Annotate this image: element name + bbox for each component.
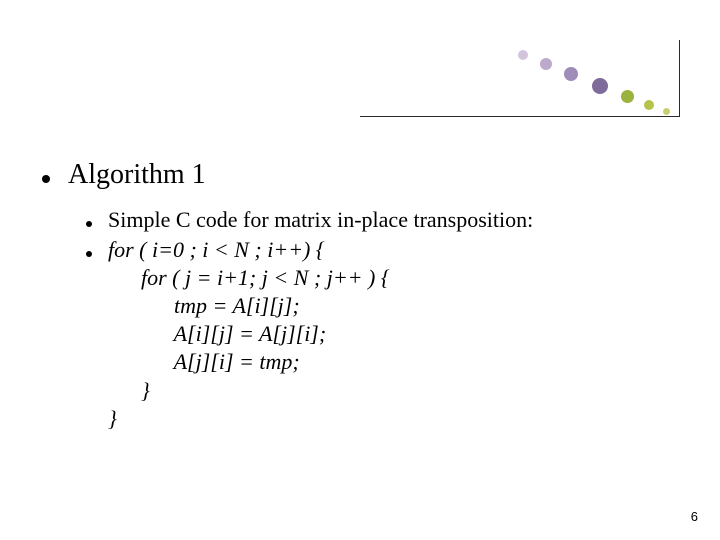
code-line: for ( j = i+1; j < N ; j++ ) { xyxy=(108,264,390,292)
code-line: } xyxy=(108,377,390,405)
decor-dot-icon xyxy=(592,78,608,94)
content-area: Algorithm 1 Simple C code for matrix in-… xyxy=(42,158,660,433)
code-line: for ( i=0 ; i < N ; i++) { xyxy=(108,236,390,264)
slide: Algorithm 1 Simple C code for matrix in-… xyxy=(0,0,720,540)
title-row: Algorithm 1 xyxy=(42,158,660,192)
bullet-icon xyxy=(86,251,92,257)
item-text: Simple C code for matrix in-place transp… xyxy=(108,206,533,234)
code-line: tmp = A[i][j]; xyxy=(108,292,390,320)
code-block: for ( i=0 ; i < N ; i++) { for ( j = i+1… xyxy=(108,236,390,433)
slide-title: Algorithm 1 xyxy=(68,158,206,192)
decor-rule-vertical xyxy=(679,40,680,117)
corner-decoration xyxy=(0,0,720,140)
decor-dot-icon xyxy=(663,108,670,115)
decor-dot-icon xyxy=(564,67,578,81)
decor-dot-icon xyxy=(621,90,634,103)
decor-dot-icon xyxy=(644,100,654,110)
sub-list: Simple C code for matrix in-place transp… xyxy=(86,206,660,433)
decor-rule-horizontal xyxy=(360,116,680,117)
item-row-1: Simple C code for matrix in-place transp… xyxy=(86,206,660,234)
decor-dot-icon xyxy=(540,58,552,70)
bullet-icon xyxy=(86,221,92,227)
code-line: A[i][j] = A[j][i]; xyxy=(108,320,390,348)
code-line: A[j][i] = tmp; xyxy=(108,348,390,376)
item-row-code: for ( i=0 ; i < N ; i++) { for ( j = i+1… xyxy=(86,236,660,433)
bullet-icon xyxy=(42,175,50,183)
page-number: 6 xyxy=(691,509,698,524)
decor-dot-icon xyxy=(518,50,528,60)
code-line: } xyxy=(108,405,390,433)
